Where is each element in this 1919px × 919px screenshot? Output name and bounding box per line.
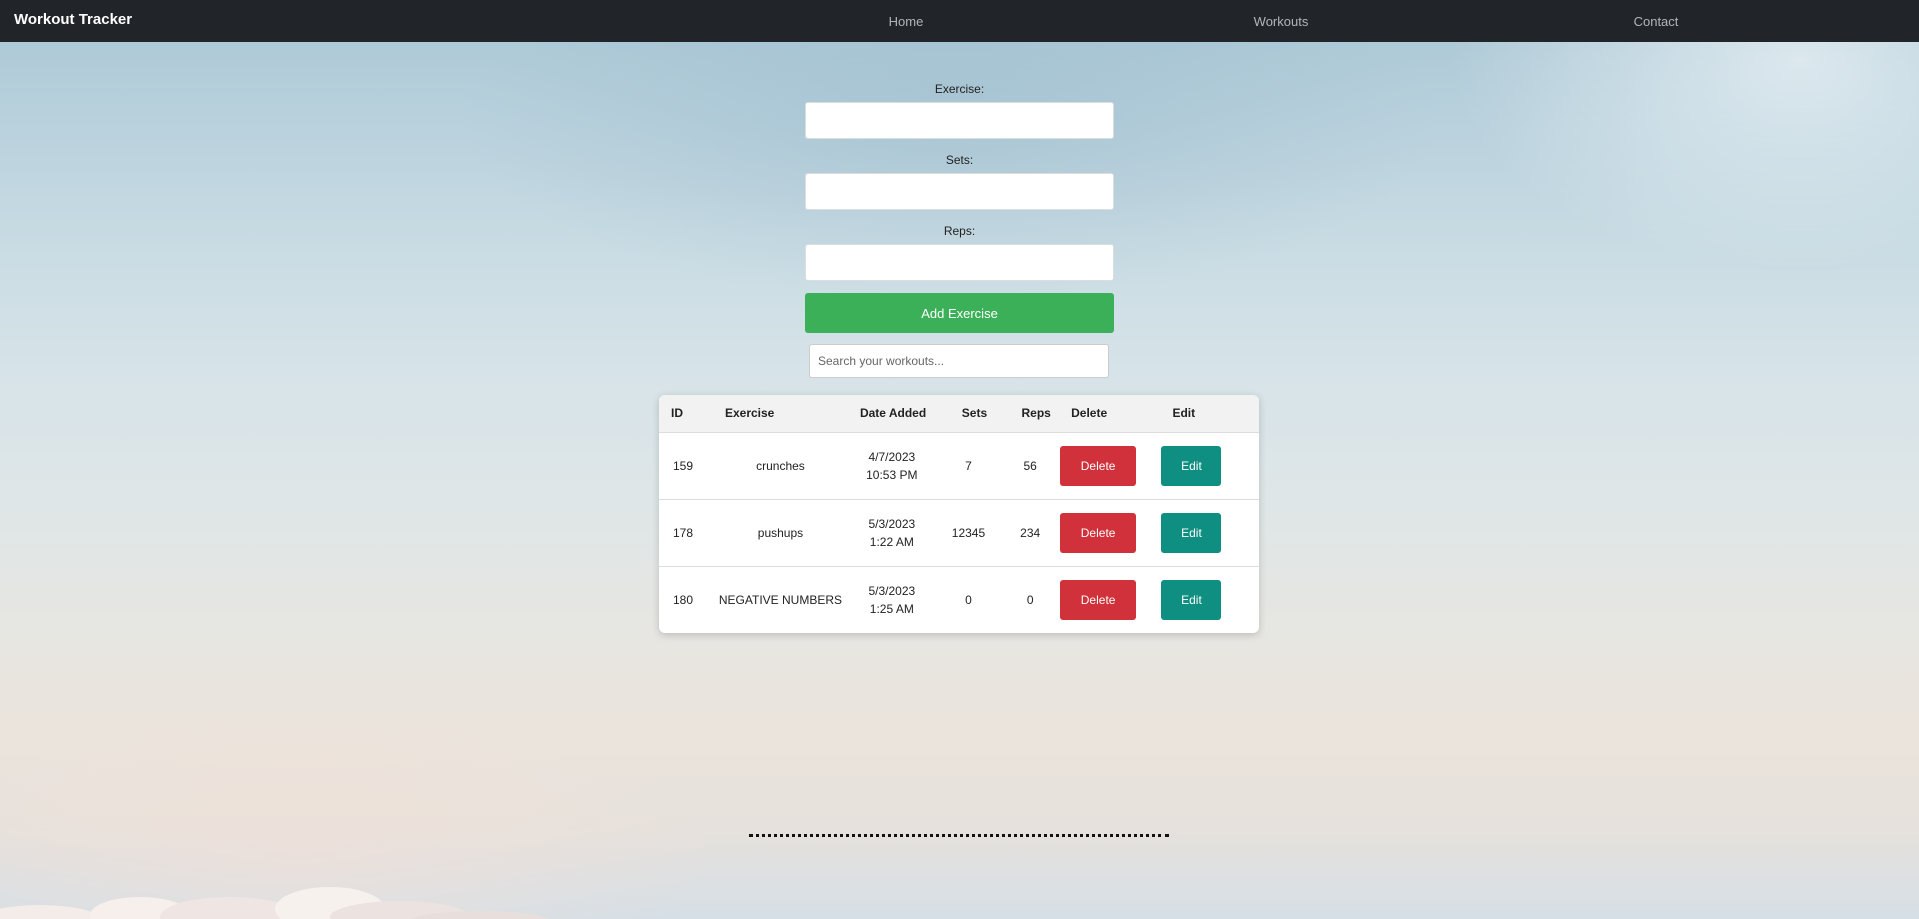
table-row: 159 crunches 4/7/2023 10:53 PM 7 56 Delet… [659, 432, 1259, 499]
cell-date: 4/7/2023 [868, 449, 916, 464]
header-id: ID [659, 395, 713, 433]
top-navbar: Workout Tracker Home Workouts Contact [0, 0, 1919, 42]
nav-link-workouts[interactable]: Workouts [1254, 14, 1309, 29]
cell-exercise: pushups [757, 525, 804, 540]
cell-id: 159 [673, 458, 694, 473]
cell-date-added: 4/7/2023 10:53 PM [848, 432, 936, 499]
cell-exercise: crunches [756, 458, 805, 473]
search-input[interactable] [809, 344, 1109, 378]
cell-id: 180 [673, 592, 694, 607]
delete-button[interactable]: Delete [1060, 579, 1137, 620]
edit-button[interactable]: Edit [1161, 579, 1222, 620]
nav-link-contact[interactable]: Contact [1634, 14, 1679, 29]
delete-button[interactable]: Delete [1060, 445, 1137, 486]
cell-edit: Edit [1160, 432, 1259, 499]
cell-date: 5/3/2023 [868, 516, 916, 531]
cloud-decoration [0, 887, 549, 919]
workouts-table-card: ID Exercise Date Added Sets Reps Delete … [659, 395, 1259, 633]
reps-label: Reps: [943, 224, 976, 238]
cell-sets: 0 [965, 592, 972, 607]
cell-delete: Delete [1059, 499, 1160, 566]
header-sets: Sets [935, 395, 1002, 433]
cell-edit: Edit [1160, 499, 1259, 566]
cell-exercise: NEGATIVE NUMBERS [718, 592, 843, 607]
exercise-input[interactable] [805, 102, 1114, 139]
cell-reps: 234 [1020, 525, 1041, 540]
cell-date-added: 5/3/2023 1:22 AM [848, 499, 936, 566]
sets-input[interactable] [805, 173, 1114, 210]
cell-date-added: 5/3/2023 1:25 AM [848, 566, 936, 633]
cell-date: 5/3/2023 [868, 583, 916, 598]
delete-button[interactable]: Delete [1060, 512, 1137, 553]
nav-link-home[interactable]: Home [889, 14, 924, 29]
cell-sets: 7 [965, 458, 972, 473]
brand-title[interactable]: Workout Tracker [14, 11, 132, 28]
header-date-added: Date Added [847, 395, 936, 433]
cell-sets: 12345 [951, 525, 986, 540]
cell-edit: Edit [1160, 566, 1259, 633]
header-reps: Reps [1001, 395, 1060, 433]
workouts-table: ID Exercise Date Added Sets Reps Delete … [659, 395, 1259, 633]
header-edit: Edit [1160, 395, 1259, 433]
cell-id: 178 [673, 525, 694, 540]
header-exercise: Exercise [712, 395, 848, 433]
table-row: 180 NEGATIVE NUMBERS 5/3/2023 1:25 AM 0 0… [659, 566, 1259, 633]
edit-button[interactable]: Edit [1161, 445, 1222, 486]
exercise-label: Exercise: [934, 82, 985, 96]
header-delete: Delete [1059, 395, 1161, 433]
cell-delete: Delete [1059, 566, 1160, 633]
cell-time: 1:22 AM [869, 534, 914, 549]
table-row: 178 pushups 5/3/2023 1:22 AM 12345 234 De… [659, 499, 1259, 566]
reps-input[interactable] [805, 244, 1114, 281]
cell-time: 10:53 PM [866, 467, 918, 482]
sets-label: Sets: [945, 153, 974, 167]
add-exercise-button[interactable]: Add Exercise [805, 293, 1114, 333]
add-exercise-form: Exercise: Sets: Reps: Add Exercise [805, 80, 1114, 333]
cell-time: 1:25 AM [869, 601, 914, 616]
edit-button[interactable]: Edit [1161, 512, 1222, 553]
cell-reps: 56 [1023, 458, 1037, 473]
table-header-row: ID Exercise Date Added Sets Reps Delete … [659, 395, 1259, 433]
dotted-divider [749, 834, 1169, 837]
cell-reps: 0 [1026, 592, 1034, 607]
cell-delete: Delete [1059, 432, 1160, 499]
